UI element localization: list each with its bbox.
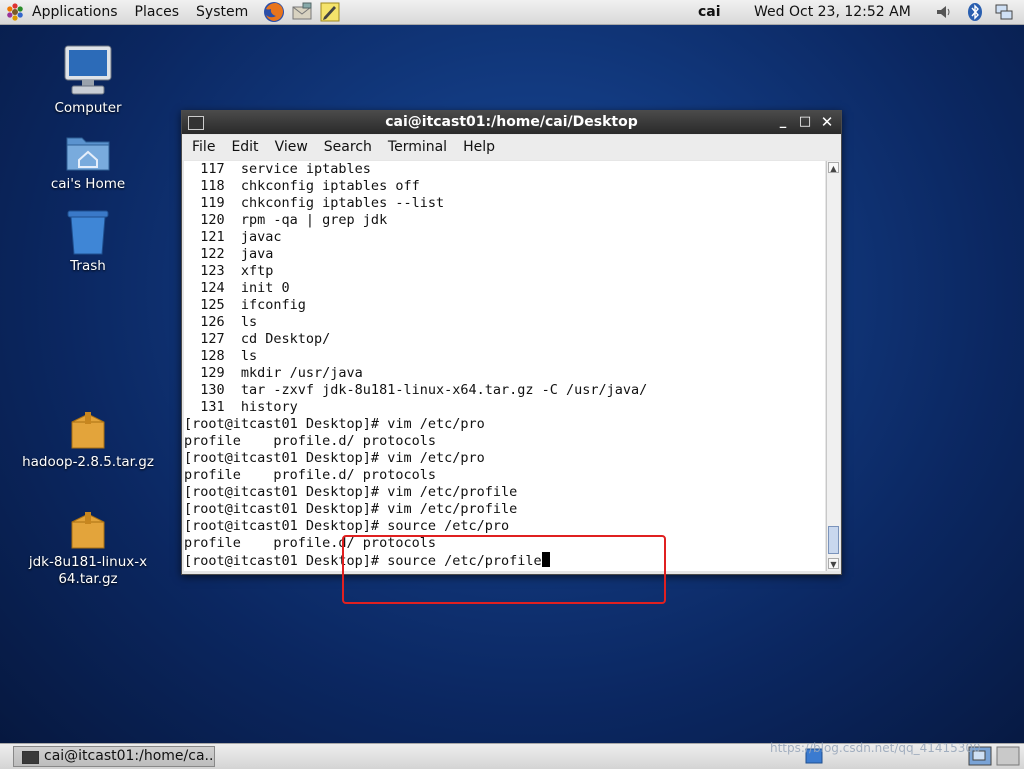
panel-username[interactable]: cai: [698, 0, 721, 24]
terminal-line: 131 history: [184, 399, 298, 415]
terminal-line: profile profile.d/ protocols: [184, 433, 436, 449]
taskbar-window-button[interactable]: cai@itcast01:/home/ca...: [13, 746, 215, 767]
terminal-line: 119 chkconfig iptables --list: [184, 195, 445, 211]
desktop-icon-jdk-archive[interactable]: jdk-8u181-linux-x64.tar.gz: [18, 510, 158, 588]
menu-edit[interactable]: Edit: [221, 135, 264, 160]
terminal-line: 121 javac: [184, 229, 282, 245]
highlight-annotation-box: [342, 535, 666, 604]
terminal-line: [root@itcast01 Desktop]# vim /etc/pro: [184, 416, 485, 432]
bluetooth-icon[interactable]: [965, 2, 985, 22]
terminal-window-icon: [22, 751, 39, 764]
workspace-2-icon[interactable]: [996, 746, 1020, 766]
terminal-line: 122 java: [184, 246, 274, 262]
menu-help[interactable]: Help: [453, 135, 501, 160]
computer-icon: [64, 45, 112, 95]
terminal-titlebar[interactable]: cai@itcast01:/home/cai/Desktop _ □ ✕: [182, 111, 841, 134]
terminal-line: 117 service iptables: [184, 161, 371, 177]
desktop-icon-hadoop-archive[interactable]: hadoop-2.8.5.tar.gz: [18, 410, 158, 470]
top-panel: Applications Places System cai Wed Oct 2…: [0, 0, 1024, 25]
text-editor-launcher-icon[interactable]: [319, 1, 341, 23]
desktop-icon-label: hadoop-2.8.5.tar.gz: [22, 454, 154, 470]
terminal-line: 129 mkdir /usr/java: [184, 365, 363, 381]
terminal-window-icon[interactable]: [188, 116, 204, 130]
terminal-window[interactable]: cai@itcast01:/home/cai/Desktop _ □ ✕ Fil…: [181, 110, 842, 575]
scrollbar-thumb[interactable]: [828, 526, 839, 554]
terminal-line: 123 xftp: [184, 263, 274, 279]
terminal-line: 128 ls: [184, 348, 258, 364]
terminal-line: 124 init 0: [184, 280, 290, 296]
desktop-icon-label: Computer: [54, 100, 122, 116]
volume-icon[interactable]: [934, 2, 954, 22]
scroll-down-arrow-icon[interactable]: ▼: [828, 558, 839, 569]
archive-icon: [71, 512, 105, 549]
menu-applications[interactable]: Applications: [24, 0, 127, 24]
panel-clock[interactable]: Wed Oct 23, 12:52 AM: [754, 0, 911, 24]
desktop-icon-trash[interactable]: Trash: [18, 208, 158, 274]
home-folder-icon: [66, 137, 110, 171]
desktop-icon-home[interactable]: cai's Home: [18, 130, 158, 192]
terminal-scrollbar[interactable]: ▲ ▼: [826, 161, 840, 571]
desktop-icon-label: Trash: [70, 258, 106, 274]
menu-places[interactable]: Places: [127, 0, 189, 24]
scroll-up-arrow-icon[interactable]: ▲: [828, 162, 839, 173]
terminal-line: [root@itcast01 Desktop]# source /etc/pro: [184, 518, 510, 534]
terminal-line: profile profile.d/ protocols: [184, 467, 436, 483]
terminal-line: 127 cd Desktop/: [184, 331, 331, 347]
applications-logo-icon[interactable]: [6, 3, 24, 21]
terminal-line: 120 rpm -qa | grep jdk: [184, 212, 388, 228]
terminal-line: [root@itcast01 Desktop]# vim /etc/profil…: [184, 484, 518, 500]
taskbar-window-label: cai@itcast01:/home/ca...: [44, 748, 215, 764]
terminal-output[interactable]: 117 service iptables 118 chkconfig iptab…: [184, 161, 825, 571]
minimize-button[interactable]: _: [774, 113, 792, 131]
terminal-menubar: File Edit View Search Terminal Help: [182, 135, 841, 160]
terminal-line: 125 ifconfig: [184, 297, 306, 313]
terminal-line: [root@itcast01 Desktop]# vim /etc/pro: [184, 450, 485, 466]
watermark: https://blog.csdn.net/qq_41415300: [770, 741, 981, 755]
trash-icon: [67, 210, 109, 255]
menu-system[interactable]: System: [188, 0, 257, 24]
network-icon[interactable]: [994, 2, 1014, 22]
terminal-line: 118 chkconfig iptables off: [184, 178, 420, 194]
terminal-line: 126 ls: [184, 314, 258, 330]
close-button[interactable]: ✕: [818, 113, 836, 131]
desktop-icon-label: cai's Home: [50, 176, 126, 192]
maximize-button[interactable]: □: [796, 113, 814, 131]
firefox-launcher-icon[interactable]: [263, 1, 285, 23]
menu-search[interactable]: Search: [314, 135, 378, 160]
menu-terminal[interactable]: Terminal: [378, 135, 453, 160]
desktop-icon-computer[interactable]: Computer: [18, 44, 158, 116]
menu-view[interactable]: View: [265, 135, 314, 160]
menu-file[interactable]: File: [182, 135, 221, 160]
terminal-line: [root@itcast01 Desktop]# vim /etc/profil…: [184, 501, 518, 517]
terminal-title: cai@itcast01:/home/cai/Desktop: [385, 114, 638, 130]
archive-icon: [71, 412, 105, 449]
terminal-line: 130 tar -zxvf jdk-8u181-linux-x64.tar.gz…: [184, 382, 648, 398]
desktop-icon-label: jdk-8u181-linux-x64.tar.gz: [28, 554, 148, 587]
mail-client-launcher-icon[interactable]: [291, 1, 313, 23]
